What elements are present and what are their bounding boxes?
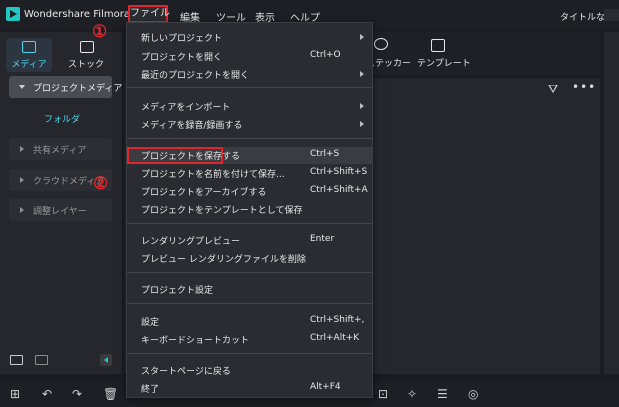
menu-item-project-settings[interactable]: プロジェクト設定 [127,281,372,298]
folder-icon[interactable] [35,355,48,365]
filter-icon[interactable]: ⛛ [548,82,558,97]
menu-separator [127,353,372,354]
stock-icon [80,41,94,53]
sidebar-item-shared-media[interactable]: 共有メディア [9,138,112,160]
chevron-right-icon [360,34,364,40]
shortcut-label: Ctrl+Alt+K [310,333,360,343]
menu-item-exit[interactable]: 終了 Alt+F4 [127,380,372,397]
menu-item-keyboard-shortcuts[interactable]: キーボードショートカット Ctrl+Alt+K [127,331,372,348]
adjust-icon[interactable]: ☰ [437,387,448,401]
shortcut-label: Ctrl+Shift+S [310,167,368,177]
tab-stock[interactable]: ストック [58,38,114,72]
menu-item-import-media[interactable]: メディアをインポート [127,98,372,115]
sidebar-item-folder[interactable]: フォルダ [44,112,80,125]
crop-icon[interactable]: ⊡ [378,387,388,401]
preview-panel-edge [604,32,619,374]
shortcut-label: Enter [310,234,335,244]
sidebar-item-adjustment-layer[interactable]: 調整レイヤー [9,199,112,221]
sidebar-item-label: 調整レイヤー [33,207,87,217]
chevron-right-icon [360,71,364,77]
menu-separator [127,272,372,273]
tab-media[interactable]: メディア [6,38,52,72]
layout-icon[interactable]: ⊞ [10,387,20,401]
annotation-marker-1: ① [92,22,108,42]
shortcut-label: Ctrl+O [310,50,341,60]
chevron-right-icon [360,103,364,109]
menu-separator [127,138,372,139]
shortcut-label: Ctrl+S [310,149,340,159]
delete-icon[interactable]: 🗑 [103,387,118,401]
sidebar-item-label: 共有メディア [33,146,87,156]
undo-icon[interactable]: ↶ [42,387,52,401]
menu-item-back-to-start[interactable]: スタートページに戻る [127,362,372,379]
sticker-icon[interactable] [374,38,388,50]
redo-icon[interactable]: ↷ [72,387,82,401]
menu-item-open-project[interactable]: プロジェクトを開く Ctrl+O [127,48,372,65]
app-name: Wondershare Filmora [24,9,130,20]
shortcut-label: Ctrl+Shift+A [310,185,368,195]
audio-icon[interactable]: ◎ [468,387,478,401]
tab-media-label: メディア [11,60,47,70]
window-controls[interactable] [604,9,619,21]
menu-separator [127,303,372,304]
menu-item-save-project[interactable]: プロジェクトを保存する Ctrl+S [127,147,372,164]
chevron-right-icon [20,146,24,152]
media-icon [22,41,36,53]
menu-file[interactable]: ファイル [128,5,170,23]
menu-item-record-media[interactable]: メディアを録音/録画する [127,116,372,133]
template-icon[interactable] [431,39,445,52]
menu-item-save-as[interactable]: プロジェクトを名前を付けて保存... Ctrl+Shift+S [127,165,372,182]
chevron-right-icon [360,121,364,127]
sidebar-item-project-media[interactable]: プロジェクトメディア [9,76,122,98]
menu-separator [127,223,372,224]
ai-tool-icon[interactable]: ✧ [407,387,417,401]
tab-template[interactable]: テンプレート [417,56,471,69]
sidebar-item-label: プロジェクトメディア [33,84,123,94]
chevron-right-icon [20,207,24,213]
chevron-down-icon [19,85,25,89]
filmora-logo-icon [6,7,20,21]
menu-item-new-project[interactable]: 新しいプロジェクト [127,29,372,46]
menu-item-render-preview[interactable]: レンダリングプレビュー Enter [127,232,372,249]
menu-item-open-recent[interactable]: 最近のプロジェクトを開く [127,66,372,83]
menu-item-archive-project[interactable]: プロジェクトをアーカイブする Ctrl+Shift+A [127,183,372,200]
menu-item-delete-render-files[interactable]: プレビュー レンダリングファイルを削除 [127,250,372,267]
menu-item-preferences[interactable]: 設定 Ctrl+Shift+, [127,313,372,330]
collapse-panel-button[interactable] [100,354,112,366]
menu-item-save-as-template[interactable]: プロジェクトをテンプレートとして保存 [127,201,372,218]
file-menu-dropdown: 新しいプロジェクト プロジェクトを開く Ctrl+O 最近のプロジェクトを開く … [126,22,373,398]
new-folder-icon[interactable] [10,355,23,365]
shortcut-label: Ctrl+Shift+, [310,315,365,325]
tab-stock-label: ストック [67,60,104,70]
more-options-icon[interactable]: ••• [572,80,596,94]
menu-separator [127,87,372,88]
shortcut-label: Alt+F4 [310,382,341,392]
chevron-right-icon [20,177,24,183]
annotation-marker-2: ② [93,174,109,194]
